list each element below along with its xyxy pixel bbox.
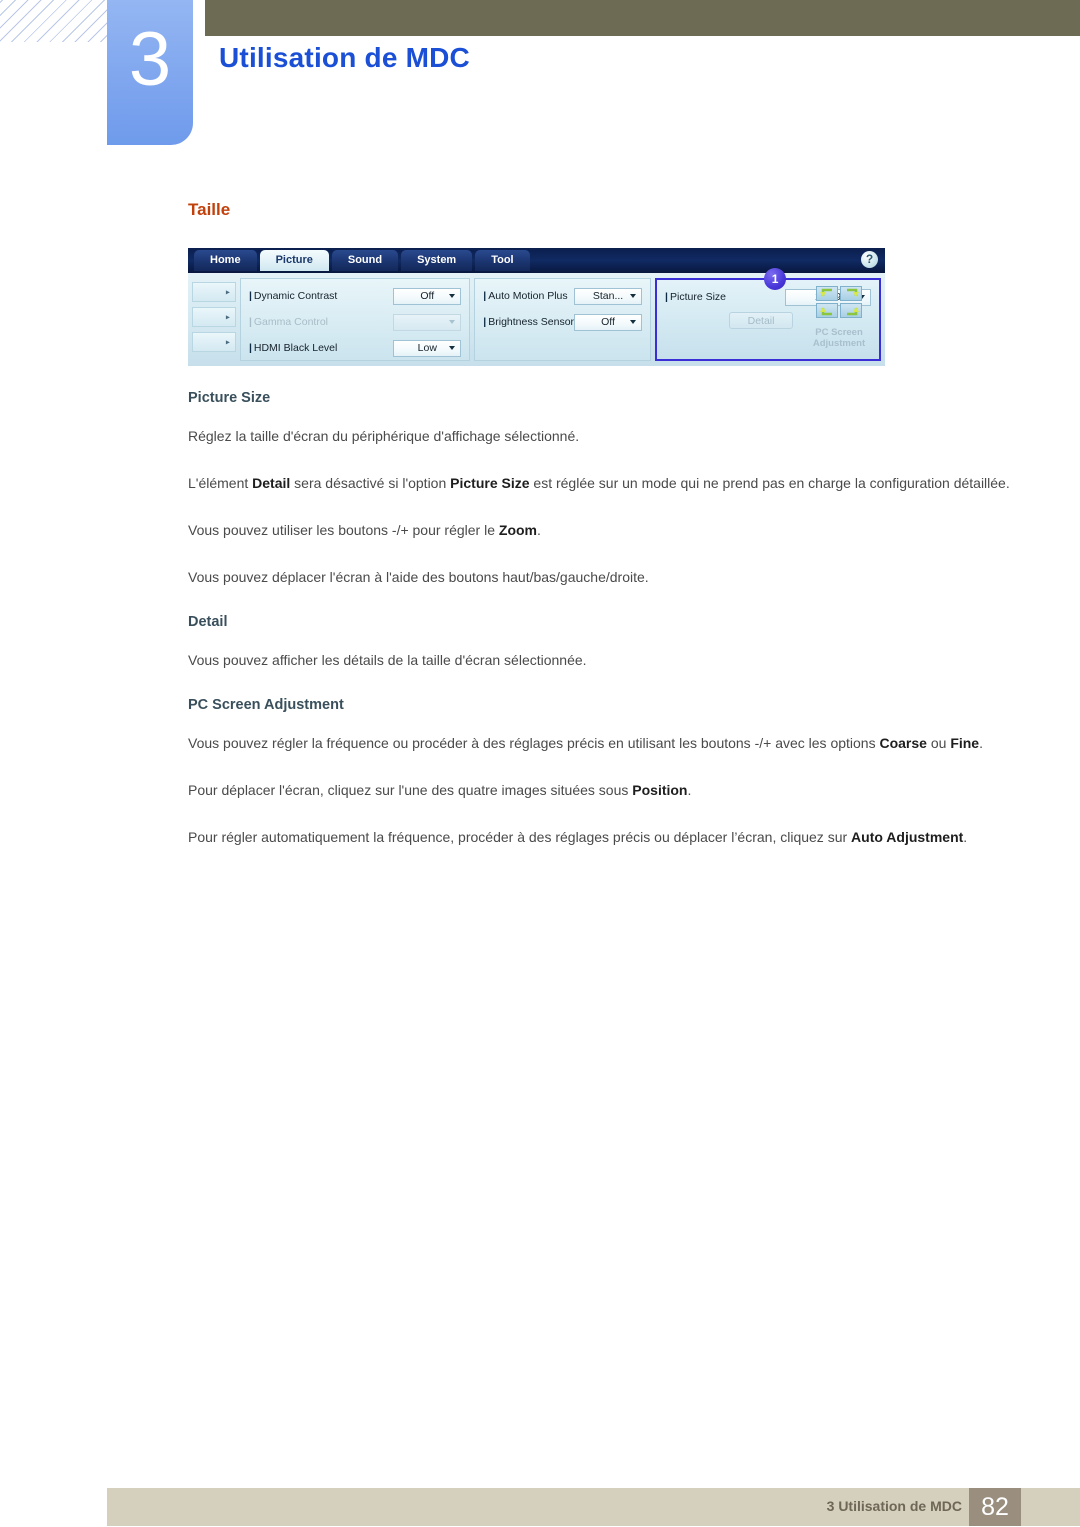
chevron-down-icon: [449, 346, 456, 350]
header-bar: [205, 0, 1080, 36]
chevron-right-icon: ▸: [225, 312, 230, 322]
setting-row-brightness-sensor: Brightness Sensor Off: [483, 311, 643, 333]
pcsa-label-line1: PC Screen: [815, 327, 863, 338]
paragraph-position: Pour déplacer l'écran, cliquez sur l'une…: [188, 776, 1018, 805]
setting-label: HDMI Black Level: [249, 342, 393, 354]
dropdown-value: Stan...: [592, 290, 624, 302]
setting-label: Dynamic Contrast: [249, 290, 393, 302]
chevron-down-icon: [449, 294, 456, 298]
heading-pc-screen-adjustment: PC Screen Adjustment: [188, 697, 344, 713]
text-part: .: [979, 735, 983, 751]
picture-size-panel-highlighted: 1 Picture Size 16 : 9 Detail: [655, 268, 881, 361]
paragraph-detail: Vous pouvez afficher les détails de la t…: [188, 652, 587, 668]
picture-settings-panel-middle: Auto Motion Plus Stan... Brightness Sens…: [474, 278, 652, 361]
setting-label: Brightness Sensor: [483, 316, 574, 328]
paragraph-picture-size-2: L'élément Detail sera désactivé si l'opt…: [188, 469, 1018, 498]
setting-row-dynamic-contrast: Dynamic Contrast Off: [249, 285, 462, 307]
tab-home[interactable]: Home: [194, 250, 257, 271]
text-part: L'élément: [188, 475, 253, 491]
text-part: ou: [926, 735, 951, 751]
rail-item[interactable]: ▸: [192, 307, 236, 327]
paragraph-auto-adjustment: Pour régler automatiquement la fréquence…: [188, 823, 1018, 852]
text-part: Pour déplacer l'écran, cliquez sur l'une…: [188, 782, 633, 798]
pcsa-label-line2: Adjustment: [812, 338, 866, 349]
hdmi-black-level-dropdown[interactable]: Low: [393, 339, 462, 357]
paragraph-coarse-fine: Vous pouvez régler la fréquence ou procé…: [188, 729, 1018, 758]
term-detail: Detail: [252, 475, 291, 491]
tab-tool[interactable]: Tool: [475, 250, 530, 271]
content-area: Taille Home Picture Sound System Tool ? …: [188, 200, 1018, 870]
term-auto-adjustment: Auto Adjustment: [851, 829, 964, 845]
page-number: 82: [969, 1488, 1021, 1526]
term-picture-size: Picture Size: [450, 475, 530, 491]
chevron-right-icon: ▸: [225, 287, 230, 297]
setting-label: Auto Motion Plus: [483, 290, 574, 302]
pc-screen-adjustment-label: PC Screen Adjustment: [806, 327, 872, 349]
help-icon[interactable]: ?: [861, 251, 878, 268]
dropdown-value: Low: [417, 342, 437, 354]
arrow-down-left-cell: [816, 303, 838, 318]
dropdown-value: Off: [601, 316, 615, 328]
pc-screen-adjustment-control[interactable]: PC Screen Adjustment: [806, 286, 872, 349]
text-part: Vous pouvez utiliser les boutons -/+ pou…: [188, 522, 499, 538]
text-part: .: [687, 782, 692, 798]
arrow-up-right-cell: [840, 286, 862, 301]
arrow-down-right-cell: [840, 303, 862, 318]
picture-settings-panel-left: Dynamic Contrast Off Gamma Control HDMI …: [239, 278, 471, 361]
brightness-sensor-dropdown[interactable]: Off: [574, 313, 643, 331]
setting-row-auto-motion-plus: Auto Motion Plus Stan...: [483, 285, 643, 307]
section-title: Taille: [188, 200, 231, 219]
term-fine: Fine: [950, 735, 980, 751]
paragraph-zoom: Vous pouvez utiliser les boutons -/+ pou…: [188, 516, 1018, 545]
rail-item[interactable]: ▸: [192, 332, 236, 352]
footer-chapter-label: 3 Utilisation de MDC: [826, 1498, 962, 1514]
auto-motion-plus-dropdown[interactable]: Stan...: [574, 287, 643, 305]
tab-sound[interactable]: Sound: [331, 250, 399, 271]
chapter-number: 3: [128, 17, 172, 102]
chapter-number-tab: 3: [107, 0, 193, 145]
text-part: .: [963, 829, 968, 845]
mdc-side-rail: ▸ ▸ ▸: [192, 278, 236, 361]
chevron-down-icon: [449, 320, 456, 324]
mdc-body: ▸ ▸ ▸ Dynamic Contrast Off: [188, 268, 885, 366]
dropdown-value: Off: [420, 290, 435, 302]
text-part: est réglée sur un mode qui ne prend pas …: [529, 475, 1010, 491]
tab-system[interactable]: System: [401, 250, 473, 271]
setting-row-hdmi-black-level: HDMI Black Level Low: [249, 337, 462, 359]
text-part: Vous pouvez régler la fréquence ou procé…: [188, 735, 880, 751]
term-coarse: Coarse: [879, 735, 927, 751]
decorative-hatch-pattern: [0, 0, 107, 42]
chevron-down-icon: [630, 320, 637, 324]
term-zoom: Zoom: [498, 522, 538, 538]
heading-detail: Detail: [188, 614, 228, 630]
detail-button[interactable]: Detail: [729, 312, 794, 329]
mdc-screenshot: Home Picture Sound System Tool ? ▸ ▸ ▸ |…: [188, 248, 885, 366]
arrow-up-left-cell: [816, 286, 838, 301]
tab-picture[interactable]: Picture: [259, 250, 329, 271]
heading-picture-size: Picture Size: [188, 390, 271, 406]
term-position: Position: [632, 782, 688, 798]
text-part: Pour régler automatiquement la fréquence…: [188, 829, 852, 845]
chevron-right-icon: ▸: [225, 337, 230, 347]
paragraph-picture-size-1: Réglez la taille d'écran du périphérique…: [188, 428, 580, 444]
text-part: sera désactivé si l'option: [290, 475, 451, 491]
mdc-tab-bar: Home Picture Sound System Tool: [194, 250, 530, 271]
gamma-control-dropdown: [393, 313, 462, 331]
paragraph-move-screen: Vous pouvez déplacer l'écran à l'aide de…: [188, 569, 649, 585]
page-title: Utilisation de MDC: [219, 42, 470, 73]
pc-screen-adjustment-icon: [816, 286, 862, 318]
dynamic-contrast-dropdown[interactable]: Off: [393, 287, 462, 305]
text-part: .: [537, 522, 541, 538]
rail-item[interactable]: ▸: [192, 282, 236, 302]
setting-row-gamma-control: Gamma Control: [249, 311, 462, 333]
picture-size-label: Picture Size: [665, 291, 785, 303]
setting-label: Gamma Control: [249, 316, 393, 328]
callout-badge-1: 1: [764, 268, 787, 290]
chevron-down-icon: [630, 294, 637, 298]
